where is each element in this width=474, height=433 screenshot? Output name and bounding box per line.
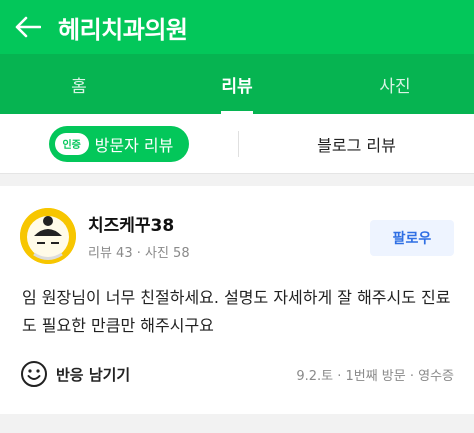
review-type-tabs: 인증 방문자 리뷰 블로그 리뷰	[0, 114, 474, 174]
blog-review-tab[interactable]: 블로그 리뷰	[239, 132, 474, 156]
avatar[interactable]	[20, 208, 76, 264]
reviewer-name[interactable]: 치즈케꾸38	[88, 211, 190, 236]
visitor-review-label: 방문자 리뷰	[94, 135, 174, 155]
visit-info: 9.2.토 · 1번째 방문 · 영수증	[296, 368, 454, 384]
tab-bar: 홈 리뷰 사진	[0, 54, 474, 114]
reviewer-info: 치즈케꾸38 리뷰 43 · 사진 58	[88, 211, 190, 261]
smiley-icon	[21, 361, 47, 387]
leave-reaction-label: 반응 남기기	[56, 365, 131, 384]
review-footer: 반응 남기기 9.2.토 · 1번째 방문 · 영수증	[20, 360, 454, 388]
arrow-left-icon	[15, 16, 41, 38]
reviewer-profile: 치즈케꾸38 리뷰 43 · 사진 58	[20, 208, 190, 264]
review-card: 치즈케꾸38 리뷰 43 · 사진 58 팔로우 임 원장님이 너무 친절하세요…	[0, 186, 474, 414]
follow-button[interactable]: 팔로우	[370, 220, 454, 256]
app-header: 헤리치과의원	[0, 0, 474, 54]
reviewer-stats: 리뷰 43 · 사진 58	[88, 246, 190, 261]
visitor-review-tab[interactable]: 인증 방문자 리뷰	[48, 125, 190, 162]
back-button[interactable]	[12, 11, 44, 43]
user-avatar-icon	[20, 208, 76, 264]
tab-photos[interactable]: 사진	[316, 54, 474, 114]
certified-badge: 인증	[54, 132, 89, 155]
review-text: 임 원장님이 너무 친절하세요. 설명도 자세하게 잘 해주시도 진료도 필요한…	[22, 288, 451, 335]
leave-reaction-button[interactable]: 반응 남기기	[20, 360, 130, 388]
tab-reviews[interactable]: 리뷰	[158, 54, 316, 114]
visitor-review-tab-wrapper: 인증 방문자 리뷰	[0, 125, 239, 162]
tab-home[interactable]: 홈	[0, 54, 158, 114]
page-title: 헤리치과의원	[58, 15, 188, 44]
